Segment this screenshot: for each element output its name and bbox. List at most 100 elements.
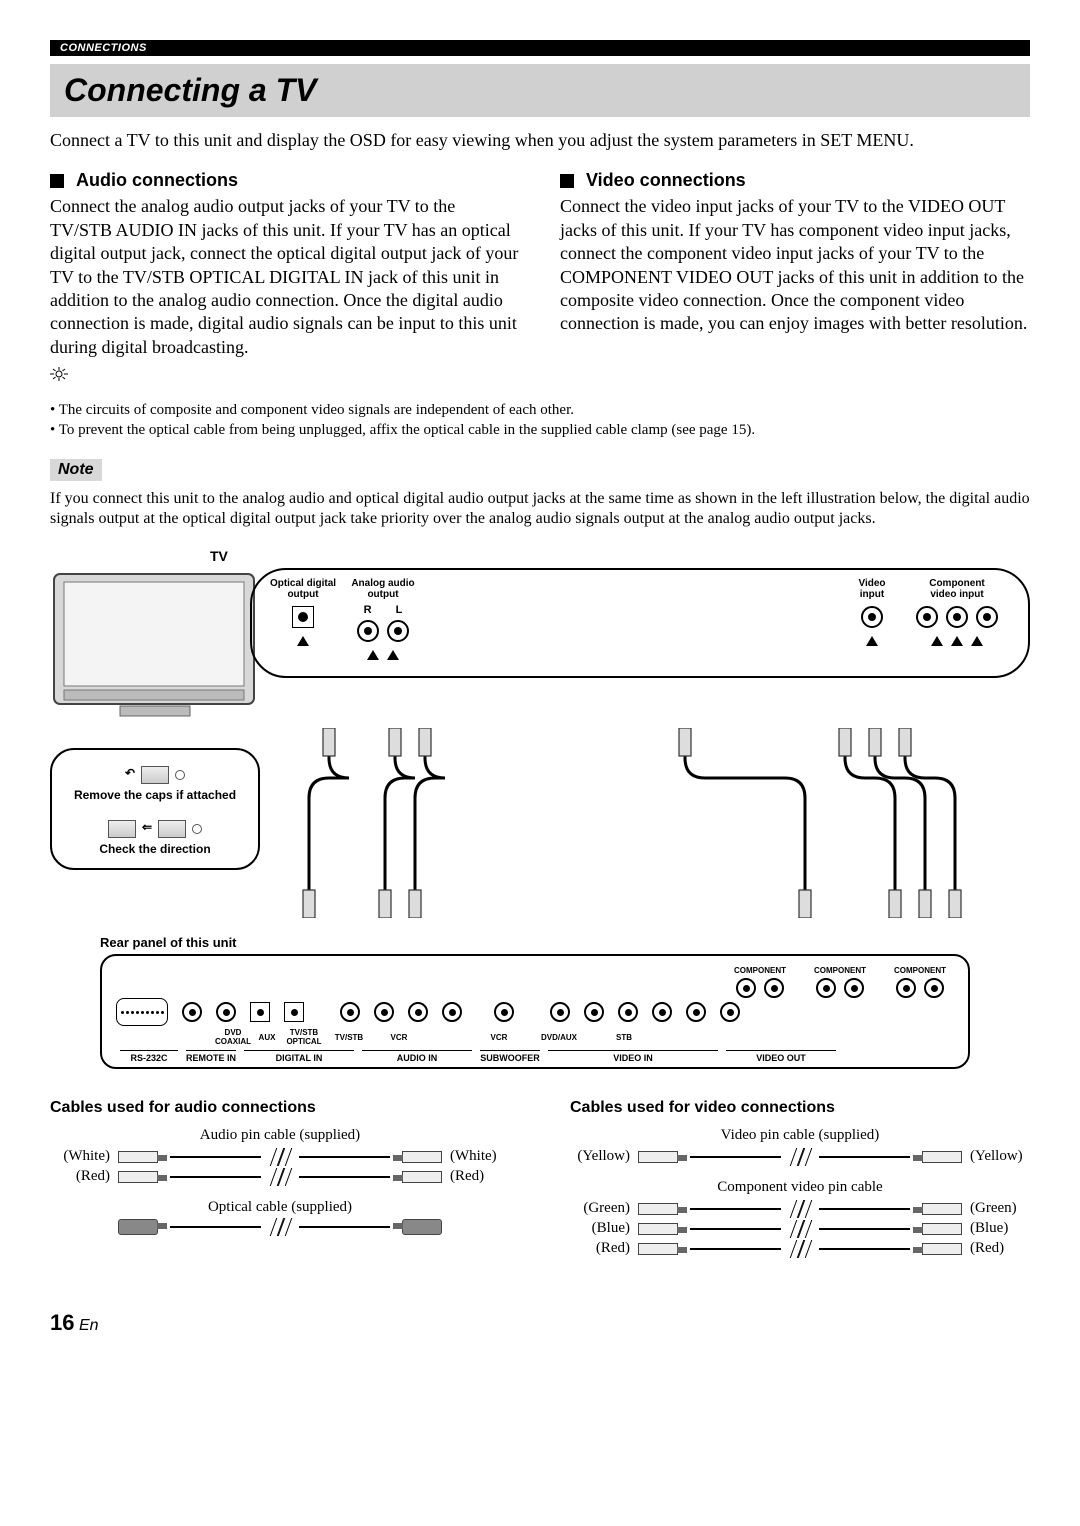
tv-label: TV — [210, 548, 1030, 564]
port-label: Component video input — [929, 578, 985, 602]
tv-illustration — [50, 568, 260, 728]
component-label: COMPONENT — [734, 966, 786, 975]
rear-panel: COMPONENT COMPONENT COMPONENT — [100, 954, 970, 1069]
r-label: R — [364, 604, 372, 616]
group-label: REMOTE IN — [186, 1050, 236, 1063]
l-label: L — [396, 604, 403, 616]
arrow-up-icon — [931, 636, 943, 646]
arrow-left-icon: ⇐ — [142, 820, 152, 838]
component-label: COMPONENT — [814, 966, 866, 975]
audio-pin-label: Audio pin cable (supplied) — [50, 1127, 510, 1144]
color-label: (Green) — [970, 1200, 1030, 1217]
audio-heading: Audio connections — [50, 170, 520, 191]
arrow-up-icon — [951, 636, 963, 646]
rca-port-icon — [357, 620, 379, 642]
color-label: (Yellow) — [570, 1148, 630, 1165]
tip-icon — [50, 367, 1030, 386]
color-label: (White) — [450, 1148, 510, 1165]
section-header: CONNECTIONS — [50, 40, 1030, 56]
mini-label: TV/STB — [335, 1033, 363, 1042]
page-title-bar: Connecting a TV — [50, 64, 1030, 117]
arrow-up-icon — [387, 650, 399, 660]
port-optical: Optical digital output — [268, 578, 338, 646]
group-label: DIGITAL IN — [244, 1050, 354, 1063]
cap-direction-callout: ↶ Remove the caps if attached ⇐ Check th… — [50, 748, 260, 870]
color-label: (Red) — [570, 1240, 630, 1257]
cable-icon — [118, 1170, 442, 1184]
optical-port-icon — [292, 606, 314, 628]
port-label: Video input — [858, 578, 885, 602]
arrow-up-icon — [971, 636, 983, 646]
arrow-curve-icon: ↶ — [125, 766, 135, 784]
rca-port-icon — [916, 606, 938, 628]
group-label: SUBWOOFER — [480, 1050, 540, 1063]
tip-item: To prevent the optical cable from being … — [50, 420, 1030, 440]
component-cable-label: Component video pin cable — [570, 1179, 1030, 1196]
color-label: (Red) — [970, 1240, 1030, 1257]
group-label: VIDEO IN — [548, 1050, 718, 1063]
video-column: Video connections Connect the video inpu… — [560, 170, 1030, 359]
page-number: 16 — [50, 1310, 74, 1335]
port-analog: Analog audio output RL — [338, 578, 428, 660]
video-body: Connect the video input jacks of your TV… — [560, 195, 1030, 335]
arrow-up-icon — [866, 636, 878, 646]
port-component: Component video input — [902, 578, 1012, 646]
mini-label: AUX — [259, 1033, 276, 1042]
audio-heading-text: Audio connections — [76, 170, 238, 191]
page-lang: En — [79, 1317, 99, 1334]
tv-ports-callout: Optical digital output Analog audio outp… — [250, 568, 1030, 678]
note-badge: Note — [50, 459, 102, 481]
optical-port-icon — [250, 1002, 270, 1022]
cable-icon — [638, 1202, 962, 1216]
port-label: Optical digital output — [270, 578, 336, 602]
rca-port-icon — [976, 606, 998, 628]
callout-text: Remove the caps if attached — [62, 788, 248, 802]
mini-label: OPTICAL — [286, 1037, 321, 1046]
color-label: (Red) — [450, 1168, 510, 1185]
tips-list: The circuits of composite and component … — [50, 400, 1030, 441]
audio-cables-col: Cables used for audio connections Audio … — [50, 1099, 510, 1260]
cable-icon — [118, 1220, 442, 1234]
color-label: (Red) — [50, 1168, 110, 1185]
video-heading-text: Video connections — [586, 170, 746, 191]
mini-label: DVD — [225, 1028, 242, 1037]
color-label: (Yellow) — [970, 1148, 1030, 1165]
rs232-port-icon — [116, 998, 168, 1026]
audio-column: Audio connections Connect the analog aud… — [50, 170, 520, 359]
video-cables-col: Cables used for video connections Video … — [570, 1099, 1030, 1260]
group-label: VIDEO OUT — [726, 1050, 836, 1063]
cable-icon — [118, 1150, 442, 1164]
square-bullet-icon — [50, 174, 64, 188]
mini-label: STB — [616, 1033, 632, 1042]
color-label: (White) — [50, 1148, 110, 1165]
group-label: RS-232C — [120, 1050, 178, 1063]
color-label: (Green) — [570, 1200, 630, 1217]
optical-cable-label: Optical cable (supplied) — [50, 1199, 510, 1216]
video-heading: Video connections — [560, 170, 1030, 191]
color-label: (Blue) — [570, 1220, 630, 1237]
remote-in-port-icon — [182, 1002, 202, 1022]
video-pin-label: Video pin cable (supplied) — [570, 1127, 1030, 1144]
page-title: Connecting a TV — [64, 72, 1016, 109]
mini-label: VCR — [391, 1033, 408, 1042]
cables-audio-heading: Cables used for audio connections — [50, 1099, 510, 1117]
rca-port-icon — [946, 606, 968, 628]
audio-body: Connect the analog audio output jacks of… — [50, 195, 520, 359]
tip-item: The circuits of composite and component … — [50, 400, 1030, 420]
rca-port-icon — [387, 620, 409, 642]
mini-label: VCR — [491, 1033, 508, 1042]
group-label: AUDIO IN — [362, 1050, 472, 1063]
page-footer: 16 En — [50, 1310, 1030, 1336]
mini-label: COAXIAL — [215, 1037, 251, 1046]
cables-illustration — [260, 728, 1030, 918]
mini-label: TV/STB — [290, 1028, 318, 1037]
component-label: COMPONENT — [894, 966, 946, 975]
mini-label: DVD/AUX — [541, 1033, 577, 1042]
color-label: (Blue) — [970, 1220, 1030, 1237]
rear-panel-label: Rear panel of this unit — [100, 935, 1030, 950]
note-body: If you connect this unit to the analog a… — [50, 489, 1030, 531]
arrow-up-icon — [367, 650, 379, 660]
port-video: Video input — [842, 578, 902, 646]
callout-text: Check the direction — [62, 842, 248, 856]
connection-diagram: TV Optical digital output Analog audio o… — [50, 548, 1030, 1069]
